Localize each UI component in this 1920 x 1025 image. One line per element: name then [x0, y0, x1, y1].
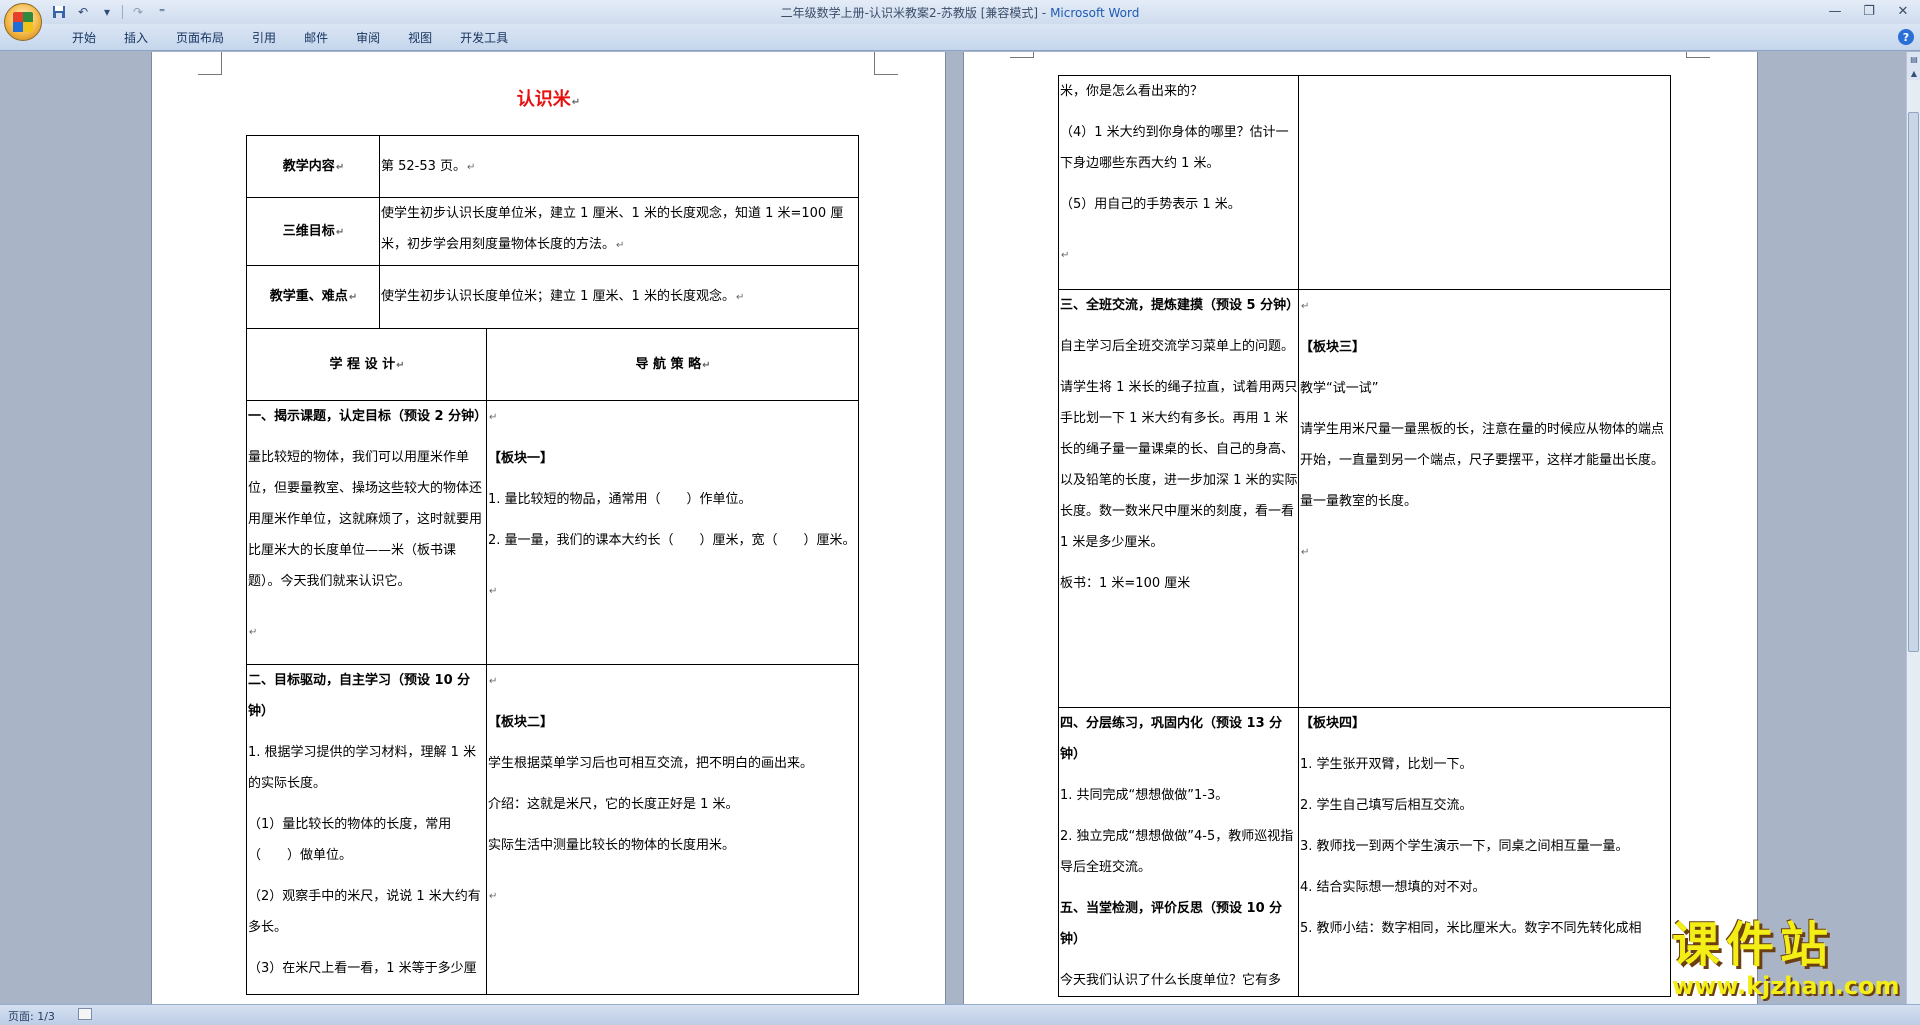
section-3-title: 三、全班交流，提炼建摸（预设 5 分钟） [1060, 298, 1299, 313]
block-2-item: 学生根据菜单学习后也可相互交流，把不明白的画出来。 [488, 756, 814, 771]
section-2-item: 1. 根据学习提供的学习材料，理解 1 米的实际长度。 [248, 745, 477, 791]
section-3-item: 板书：1 米=100 厘米 [1060, 576, 1191, 591]
tab-references[interactable]: 引用 [238, 29, 290, 47]
section-4-title: 四、分层练习，巩固内化（预设 13 分钟） [1060, 716, 1283, 762]
vertical-scrollbar[interactable]: ▤ ▲ [1906, 52, 1920, 1004]
section-2-title: 二、目标驱动，自主学习（预设 10 分钟） [248, 673, 471, 719]
section-1-title: 一、揭示课题，认定目标（预设 2 分钟） [248, 409, 487, 424]
crop-mark [198, 52, 222, 75]
section-4-item: 1. 共同完成“想想做做”1-3。 [1060, 788, 1229, 803]
block-3-item: 请学生用米尺量一量黑板的长，注意在量的时候应从物体的端点开始，一直量到另一个端点… [1300, 422, 1665, 468]
table-cell-value: 使学生初步认识长度单位米；建立 1 厘米、1 米的长度观念。↵ [379, 265, 859, 329]
tab-mailings[interactable]: 邮件 [290, 29, 342, 47]
watermark-text: 课件站 [1672, 917, 1835, 973]
section-4-right-cell: 【板块四】 1. 学生张开双臂，比划一下。 2. 学生自己填写后相互交流。 3.… [1298, 707, 1671, 997]
block-4-item: 2. 学生自己填写后相互交流。 [1300, 798, 1473, 813]
section-1-text: 量比较短的物体，我们可以用厘米作单位，但要量教室、操场这些较大的物体还用厘米作单… [248, 450, 483, 589]
window-controls: — ❐ ✕ [1818, 0, 1920, 22]
tab-page-layout[interactable]: 页面布局 [162, 29, 238, 47]
block-4-item: 3. 教师找一到两个学生演示一下，同桌之间相互量一量。 [1300, 839, 1629, 854]
section-1-left-cell: 一、揭示课题，认定目标（预设 2 分钟） 量比较短的物体，我们可以用厘米作单位，… [246, 400, 487, 665]
section-2-item: （1）量比较长的物体的长度，常用（ ）做单位。 [248, 817, 452, 863]
column-header-right: 导 航 策 略↵ [486, 328, 859, 401]
block-4-item: 4. 结合实际想一想填的对不对。 [1300, 880, 1486, 895]
continued-item: （5）用自己的手势表示 1 米。 [1060, 197, 1241, 212]
section-2-right-cell: ↵ 【板块二】 学生根据菜单学习后也可相互交流，把不明白的画出来。 介绍：这就是… [486, 664, 859, 995]
block-4-item: 1. 学生张开双臂，比划一下。 [1300, 757, 1473, 772]
document-page-1[interactable]: 认识米↵ 教学内容↵ 第 52-53 页。↵ 三维目标↵ 使学生初步认识长度单位… [152, 52, 945, 1004]
crop-mark [1686, 52, 1710, 58]
section-5-title: 五、当堂检测，评价反思（预设 10 分钟） [1060, 901, 1283, 947]
table-cell-label: 教学内容↵ [246, 135, 380, 198]
table-cell-label: 教学重、难点↵ [246, 265, 380, 329]
block-1-title: 【板块一】 [488, 451, 554, 466]
tab-review[interactable]: 审阅 [342, 29, 394, 47]
scroll-thumb[interactable] [1908, 112, 1919, 652]
ribbon: 开始 插入 页面布局 引用 邮件 审阅 视图 开发工具 ? [0, 24, 1920, 51]
block-2-item: 实际生活中测量比较长的物体的长度用米。 [488, 838, 736, 853]
help-icon[interactable]: ? [1898, 29, 1914, 45]
window-title: 二年级数学上册-认识米教案2-苏教版 [兼容模式] - Microsoft Wo… [0, 4, 1920, 21]
section-5-item: 今天我们认识了什么长度单位？它有多 [1060, 973, 1282, 988]
crop-mark [1010, 52, 1034, 58]
section-3-item: 自主学习后全班交流学习菜单上的问题。 [1060, 339, 1295, 354]
block-3-title: 【板块三】 [1300, 340, 1366, 355]
block-1-item: 1. 量比较短的物品，通常用（ ）作单位。 [488, 492, 752, 507]
scroll-up-icon[interactable]: ▲ [1907, 66, 1920, 80]
lesson-plan-table-continued: 米，你是怎么看出来的？ （4）1 米大约到你身体的哪里？估计一下身边哪些东西大约… [1058, 75, 1671, 997]
office-button[interactable] [4, 3, 42, 41]
block-1-item: 2. 量一量，我们的课本大约长（ ）厘米，宽（ ）厘米。 [488, 533, 856, 548]
ribbon-tabs: 开始 插入 页面布局 引用 邮件 审阅 视图 开发工具 [58, 29, 522, 47]
section-1-right-cell: ↵ 【板块一】 1. 量比较短的物品，通常用（ ）作单位。 2. 量一量，我们的… [486, 400, 859, 665]
section-3-item: 请学生将 1 米长的绳子拉直，试着用两只手比划一下 1 米大约有多长。再用 1 … [1060, 380, 1298, 550]
section-4-left-cell: 四、分层练习，巩固内化（预设 13 分钟） 1. 共同完成“想想做做”1-3。 … [1058, 707, 1299, 997]
title-bar: ↶ ▾ ↷ ⁼ 二年级数学上册-认识米教案2-苏教版 [兼容模式] - Micr… [0, 0, 1920, 24]
section-2-item: （3）在米尺上看一看，1 米等于多少厘 [248, 961, 477, 976]
table-cell-value: 使学生初步认识长度单位米，建立 1 厘米、1 米的长度观念，知道 1 米=100… [379, 197, 859, 266]
status-bar: 页面: 1/3 [0, 1004, 1920, 1025]
document-title: 认识米↵ [516, 89, 581, 110]
section-3-right-cell: ↵ 【板块三】 教学“试一试” 请学生用米尺量一量黑板的长，注意在量的时候应从物… [1298, 289, 1671, 708]
restore-icon[interactable]: ❐ [1852, 0, 1886, 22]
table-cell-value: 第 52-53 页。↵ [379, 135, 859, 198]
tab-developer[interactable]: 开发工具 [446, 29, 522, 47]
minimize-icon[interactable]: — [1818, 0, 1852, 22]
section-2-item: （2）观察手中的米尺，说说 1 米大约有多长。 [248, 889, 481, 935]
block-4-title: 【板块四】 [1300, 716, 1366, 731]
tab-view[interactable]: 视图 [394, 29, 446, 47]
close-icon[interactable]: ✕ [1886, 0, 1920, 22]
tab-insert[interactable]: 插入 [110, 29, 162, 47]
continued-right-cell [1298, 75, 1671, 290]
page-count[interactable]: 页面: 1/3 [8, 1008, 55, 1024]
document-page-2[interactable]: 米，你是怎么看出来的？ （4）1 米大约到你身体的哪里？估计一下身边哪些东西大约… [964, 52, 1757, 1004]
continued-item: （4）1 米大约到你身体的哪里？估计一下身边哪些东西大约 1 米。 [1060, 125, 1289, 171]
watermark-url: www.kjzhan.com [1672, 972, 1900, 1000]
continued-item: 米，你是怎么看出来的？ [1060, 84, 1204, 99]
block-3-item: 量一量教室的长度。 [1300, 494, 1418, 509]
block-4-item: 5. 教师小结：数字相同，米比厘米大。数字不同先转化成相 [1300, 921, 1642, 936]
continued-left-cell: 米，你是怎么看出来的？ （4）1 米大约到你身体的哪里？估计一下身边哪些东西大约… [1058, 75, 1299, 290]
table-cell-label: 三维目标↵ [246, 197, 380, 266]
document-workspace: 认识米↵ 教学内容↵ 第 52-53 页。↵ 三维目标↵ 使学生初步认识长度单位… [0, 52, 1906, 1004]
column-header-left: 学 程 设 计↵ [246, 328, 487, 401]
ruler-toggle-icon[interactable]: ▤ [1907, 52, 1920, 66]
block-2-title: 【板块二】 [488, 715, 554, 730]
section-3-left-cell: 三、全班交流，提炼建摸（预设 5 分钟） 自主学习后全班交流学习菜单上的问题。 … [1058, 289, 1299, 708]
app-name: Microsoft Word [1050, 6, 1140, 20]
block-2-item: 介绍：这就是米尺，它的长度正好是 1 米。 [488, 797, 739, 812]
lesson-plan-table: 教学内容↵ 第 52-53 页。↵ 三维目标↵ 使学生初步认识长度单位米，建立 … [246, 135, 859, 995]
site-watermark-logo: 课件站 www.kjzhan.com [1672, 918, 1912, 1004]
tab-home[interactable]: 开始 [58, 29, 110, 47]
block-3-item: 教学“试一试” [1300, 381, 1379, 396]
section-4-item: 2. 独立完成“想想做做”4-5，教师巡视指导后全班交流。 [1060, 829, 1294, 875]
office-logo-icon [13, 12, 33, 32]
proofing-icon[interactable] [78, 1008, 92, 1020]
crop-mark [874, 52, 898, 75]
document-name: 二年级数学上册-认识米教案2-苏教版 [兼容模式] - [780, 6, 1047, 20]
section-2-left-cell: 二、目标驱动，自主学习（预设 10 分钟） 1. 根据学习提供的学习材料，理解 … [246, 664, 487, 995]
